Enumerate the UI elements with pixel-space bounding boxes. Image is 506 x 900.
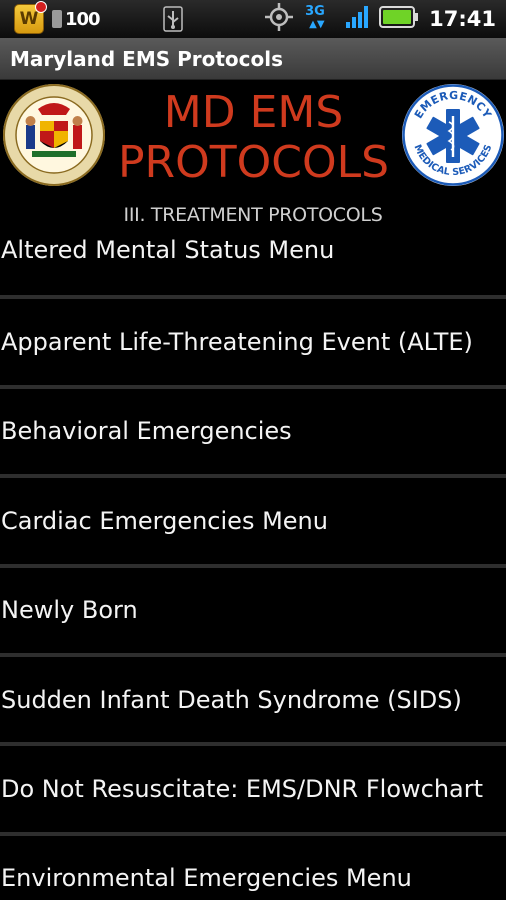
app-title: Maryland EMS Protocols xyxy=(10,46,284,71)
signal-strength-icon xyxy=(345,5,369,33)
notification-tile-icon xyxy=(52,10,62,28)
menu-item-altered-mental-status[interactable]: Altered Mental Status Menu xyxy=(0,210,506,295)
app-title-bar: Maryland EMS Protocols xyxy=(0,38,506,80)
protocol-menu-list: Altered Mental Status Menu Apparent Life… xyxy=(0,210,506,900)
menu-item-environmental-emergencies[interactable]: Environmental Emergencies Menu xyxy=(0,836,506,900)
menu-item-newly-born[interactable]: Newly Born xyxy=(0,568,506,653)
battery-icon xyxy=(379,6,419,32)
notification-dot-icon xyxy=(35,1,47,13)
app-notification-icon[interactable]: W xyxy=(14,1,47,34)
usb-icon xyxy=(158,4,188,34)
menu-item-sids[interactable]: Sudden Infant Death Syndrome (SIDS) xyxy=(0,657,506,742)
menu-item-alte[interactable]: Apparent Life-Threatening Event (ALTE) xyxy=(0,299,506,384)
maryland-seal-icon xyxy=(2,83,106,187)
network-3g-icon: 3G ▲▼ xyxy=(305,4,325,30)
star-of-life-icon: EMERGENCY MEDICAL SERVICES xyxy=(401,83,505,187)
clock: 17:41 xyxy=(429,7,496,31)
menu-item-behavioral-emergencies[interactable]: Behavioral Emergencies xyxy=(0,389,506,474)
page-title: MD EMS PROTOCOLS xyxy=(117,87,390,188)
app-notification-letter: W xyxy=(19,9,39,29)
status-bar: W 100 3G ▲▼ 17:41 xyxy=(0,0,506,38)
menu-item-dnr-flowchart[interactable]: Do Not Resuscitate: EMS/DNR Flowchart xyxy=(0,746,506,831)
gps-icon xyxy=(265,3,294,35)
menu-item-cardiac-emergencies[interactable]: Cardiac Emergencies Menu xyxy=(0,478,506,563)
notification-count: 100 xyxy=(52,9,101,30)
